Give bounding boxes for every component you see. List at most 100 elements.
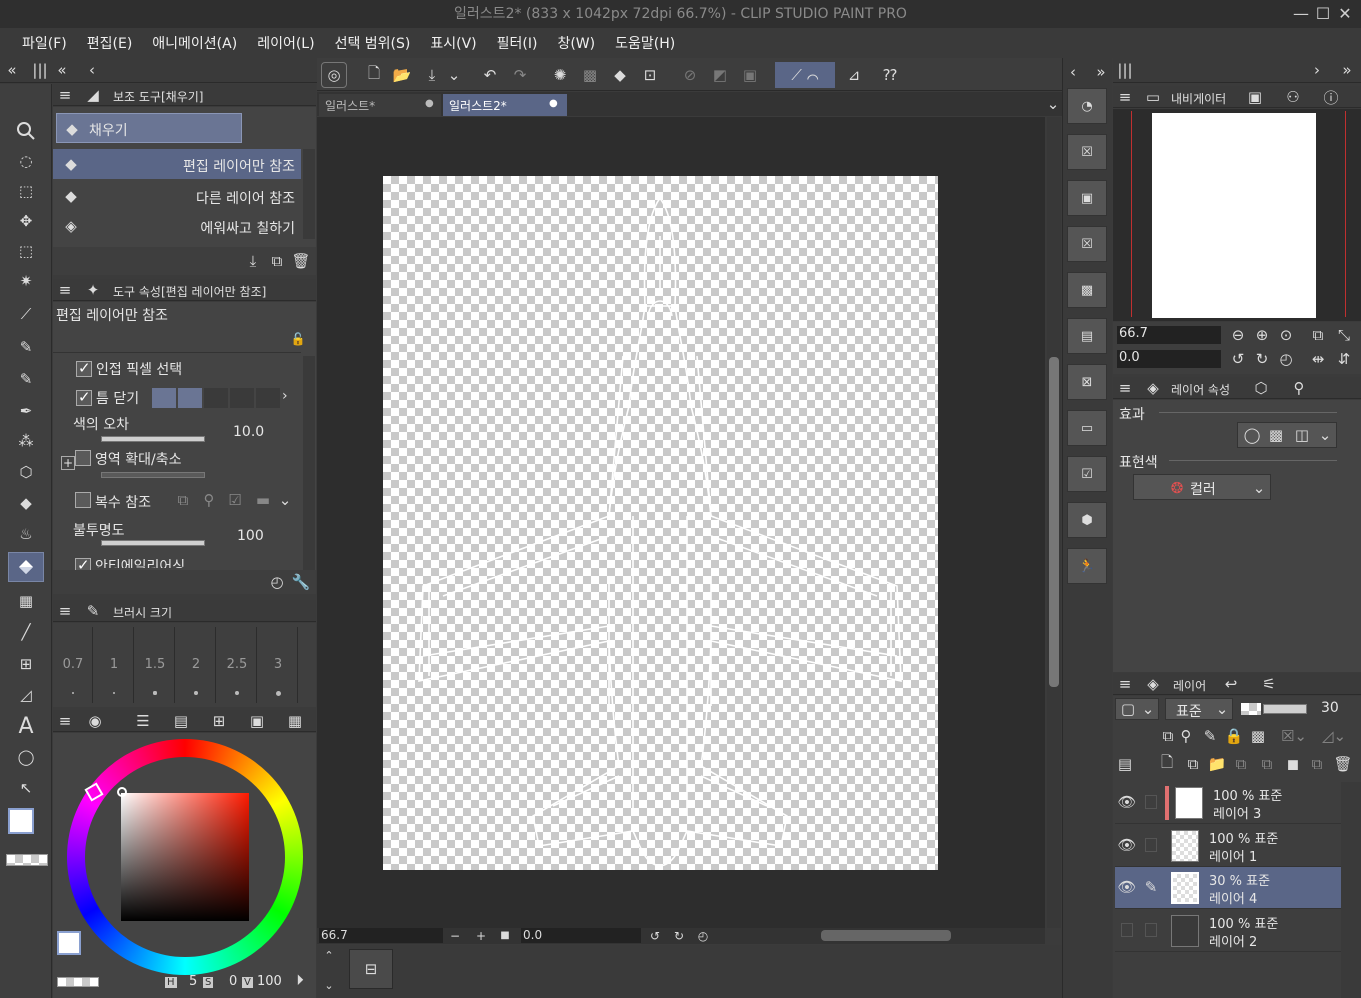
- chevron-up-icon[interactable]: ⌃: [321, 947, 337, 963]
- pen-edit-icon[interactable]: ✎: [1141, 877, 1161, 897]
- canvas-viewport[interactable]: [317, 117, 1061, 928]
- pencil-tool-icon[interactable]: ✎: [8, 365, 44, 393]
- h-value[interactable]: 5: [189, 974, 197, 989]
- timeline-icon[interactable]: ⊟: [349, 949, 393, 989]
- canvas-vscrollbar[interactable]: [1047, 117, 1061, 928]
- menu-icon[interactable]: ≡: [1117, 674, 1133, 694]
- rotate-right-icon[interactable]: ↻: [671, 928, 687, 943]
- delete-layer-icon[interactable]: 🗑: [1333, 754, 1353, 774]
- reset-rotation-icon[interactable]: ◴: [1277, 350, 1295, 368]
- mask-enable-icon[interactable]: ☒⌄: [1279, 726, 1309, 746]
- chevron-left-icon[interactable]: ‹: [82, 60, 102, 80]
- transparent-color-swatch[interactable]: [6, 854, 48, 866]
- tone-effect-icon[interactable]: ▩: [1266, 425, 1286, 445]
- snap-grid-icon[interactable]: ⊿: [841, 62, 867, 88]
- chevron-right-icon[interactable]: ›: [1309, 60, 1325, 80]
- eraser-icon[interactable]: ◆: [8, 489, 44, 517]
- search-tab-icon[interactable]: ⚇: [1283, 87, 1303, 107]
- eye-icon[interactable]: 👁: [1117, 792, 1137, 812]
- material-note-icon[interactable]: ☑: [1067, 456, 1107, 492]
- deselect-icon[interactable]: ⊘: [677, 62, 703, 88]
- menu-icon[interactable]: ≡: [57, 601, 73, 621]
- maximize-button[interactable]: ☐: [1312, 4, 1334, 24]
- snap-ruler-icon[interactable]: ⟋ ⌒: [775, 62, 835, 88]
- menu-file[interactable]: 파일(F): [12, 33, 77, 53]
- menu-edit[interactable]: 편집(E): [77, 33, 143, 53]
- draft-layer-icon[interactable]: ✎: [1201, 726, 1219, 746]
- gap-level-4[interactable]: [230, 388, 254, 408]
- expression-color-select[interactable]: ❂ 컬러 ⌄: [1133, 474, 1271, 500]
- color-set-tab-icon[interactable]: ▤: [171, 711, 191, 731]
- loading-icon[interactable]: ✺: [547, 62, 573, 88]
- toolprop-scrollbar[interactable]: [303, 356, 315, 570]
- apply-mask-icon[interactable]: ⧉: [1307, 754, 1327, 774]
- actual-size-icon[interactable]: ⊙: [1277, 326, 1295, 344]
- selection-tool-icon[interactable]: ⬚: [8, 237, 44, 265]
- figure-tool-icon[interactable]: ╱: [8, 618, 44, 646]
- color-wheel-tab-icon[interactable]: ◉: [85, 711, 105, 731]
- expand-slider[interactable]: [101, 472, 205, 478]
- decoration-icon[interactable]: ⬡: [8, 458, 44, 486]
- expand-icon[interactable]: »: [1091, 62, 1111, 82]
- info-tab-icon[interactable]: ⓘ: [1321, 87, 1341, 107]
- new-vector-layer-icon[interactable]: ⧉: [1183, 754, 1203, 774]
- minimize-button[interactable]: —: [1290, 4, 1312, 24]
- zoom-out-icon[interactable]: ⊖: [1229, 326, 1247, 344]
- expand-checkbox[interactable]: [75, 450, 91, 466]
- chevron-down-icon[interactable]: ⌄: [1316, 425, 1334, 445]
- chevron-down-icon[interactable]: ⌄: [321, 977, 337, 993]
- wrench-icon[interactable]: 🔧: [291, 572, 311, 592]
- menu-window[interactable]: 창(W): [547, 33, 605, 53]
- layer-row-1[interactable]: 👁 100 % 표준 레이어 1: [1115, 825, 1341, 867]
- create-mask-icon[interactable]: ◼: [1283, 754, 1303, 774]
- layer-mode-select[interactable]: ▢ ⌄: [1115, 698, 1159, 720]
- object-tool-icon[interactable]: ⬚: [8, 177, 44, 205]
- reset-rotation-icon[interactable]: ◴: [695, 928, 711, 943]
- menu-animation[interactable]: 애니메이션(A): [142, 33, 247, 53]
- subview-tab-icon[interactable]: ▣: [1245, 87, 1265, 107]
- chevron-right-icon[interactable]: ›: [282, 388, 296, 408]
- material-3d-icon[interactable]: ⬢: [1067, 502, 1107, 538]
- layers-ref-icon[interactable]: ⧉: [173, 490, 193, 510]
- text-tool-icon[interactable]: A: [8, 712, 44, 740]
- rotate-tool-icon[interactable]: ◌: [8, 147, 44, 175]
- menu-help[interactable]: 도움말(H): [605, 33, 685, 53]
- zoom-in-icon[interactable]: +: [473, 928, 489, 943]
- download-icon[interactable]: ⤓: [243, 251, 263, 271]
- move-tool-icon[interactable]: ✥: [8, 207, 44, 235]
- ruler-display-icon[interactable]: ◿⌄: [1319, 726, 1349, 746]
- layer-search-tab-icon[interactable]: ⬡: [1251, 378, 1271, 398]
- reference-layer-icon[interactable]: ⚲: [1177, 726, 1195, 746]
- brush-tool-icon[interactable]: ✒: [8, 397, 44, 425]
- subtool-item-other-layer[interactable]: ◆ 다른 레이어 참조: [53, 181, 301, 211]
- similar-color-icon[interactable]: ▣: [247, 711, 267, 731]
- layer-row-3[interactable]: 👁 100 % 표준 레이어 3: [1115, 782, 1341, 824]
- brush-size-cell[interactable]: 1: [94, 627, 134, 703]
- open-folder-icon[interactable]: 📂: [389, 62, 415, 88]
- reset-icon[interactable]: ◴: [267, 572, 287, 592]
- blend-mode-select[interactable]: 표준 ⌄: [1165, 698, 1233, 720]
- collapse-icon[interactable]: «: [52, 60, 72, 80]
- multi-ref-checkbox[interactable]: [75, 492, 91, 508]
- chevron-left-icon[interactable]: ‹: [1065, 62, 1081, 82]
- lock-icon[interactable]: 🔓: [289, 330, 307, 348]
- gap-level-2[interactable]: [178, 388, 202, 408]
- menu-selection[interactable]: 선택 범위(S): [325, 33, 421, 53]
- navigator-angle-field[interactable]: 0.0: [1117, 350, 1221, 368]
- menu-icon[interactable]: ≡: [57, 280, 73, 300]
- new-folder-icon[interactable]: 📁: [1207, 754, 1227, 774]
- brush-size-cell[interactable]: 2.5: [217, 627, 257, 703]
- opacity-slider[interactable]: [101, 540, 205, 546]
- navigator-zoom-field[interactable]: 66.7: [1117, 326, 1221, 344]
- fit-view-icon[interactable]: ⧉: [1309, 326, 1327, 344]
- history-panel-icon[interactable]: ◔: [1067, 88, 1107, 124]
- menu-icon[interactable]: ≡: [1117, 378, 1133, 398]
- menu-layer[interactable]: 레이어(L): [247, 33, 324, 53]
- eyedropper-icon[interactable]: ⟋: [8, 300, 44, 328]
- frame-tool-icon[interactable]: ⊞: [8, 650, 44, 678]
- close-button[interactable]: ✕: [1334, 4, 1356, 24]
- airbrush-icon[interactable]: ⁂: [8, 427, 44, 455]
- collapse-right-icon[interactable]: »: [1337, 60, 1357, 80]
- menu-icon[interactable]: ≡: [57, 85, 73, 105]
- redo-icon[interactable]: ↷: [507, 62, 533, 88]
